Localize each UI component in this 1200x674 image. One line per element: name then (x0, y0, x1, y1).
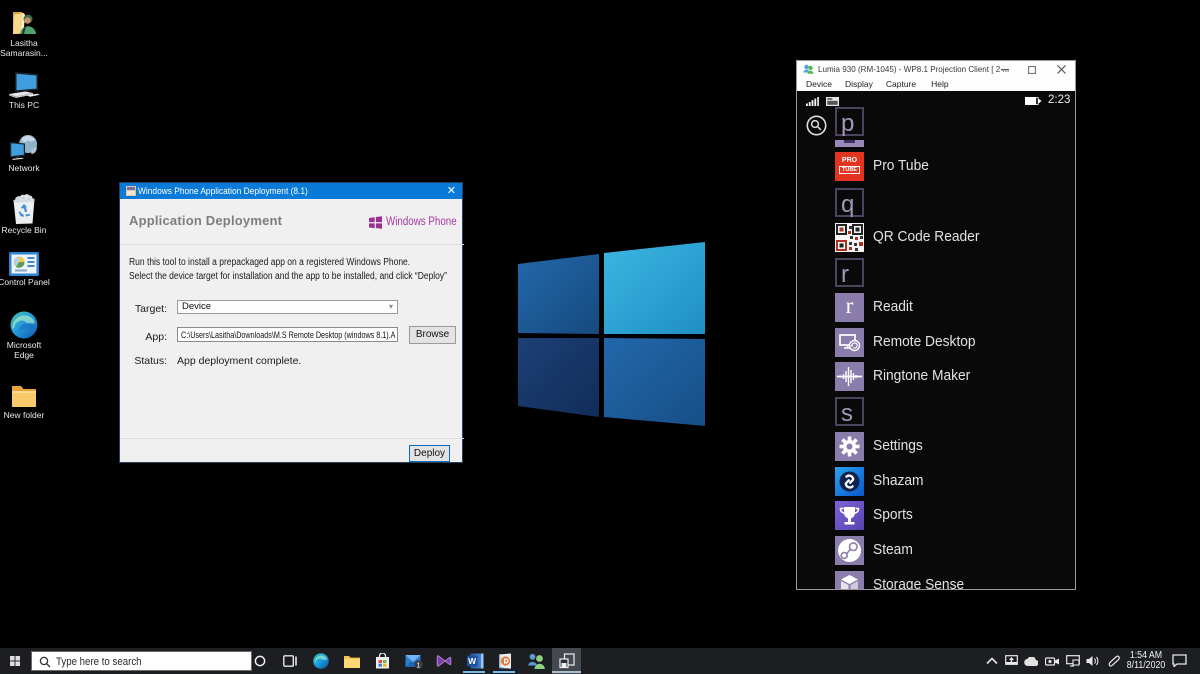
svg-text:W: W (468, 656, 477, 666)
svg-text:1: 1 (416, 660, 420, 669)
